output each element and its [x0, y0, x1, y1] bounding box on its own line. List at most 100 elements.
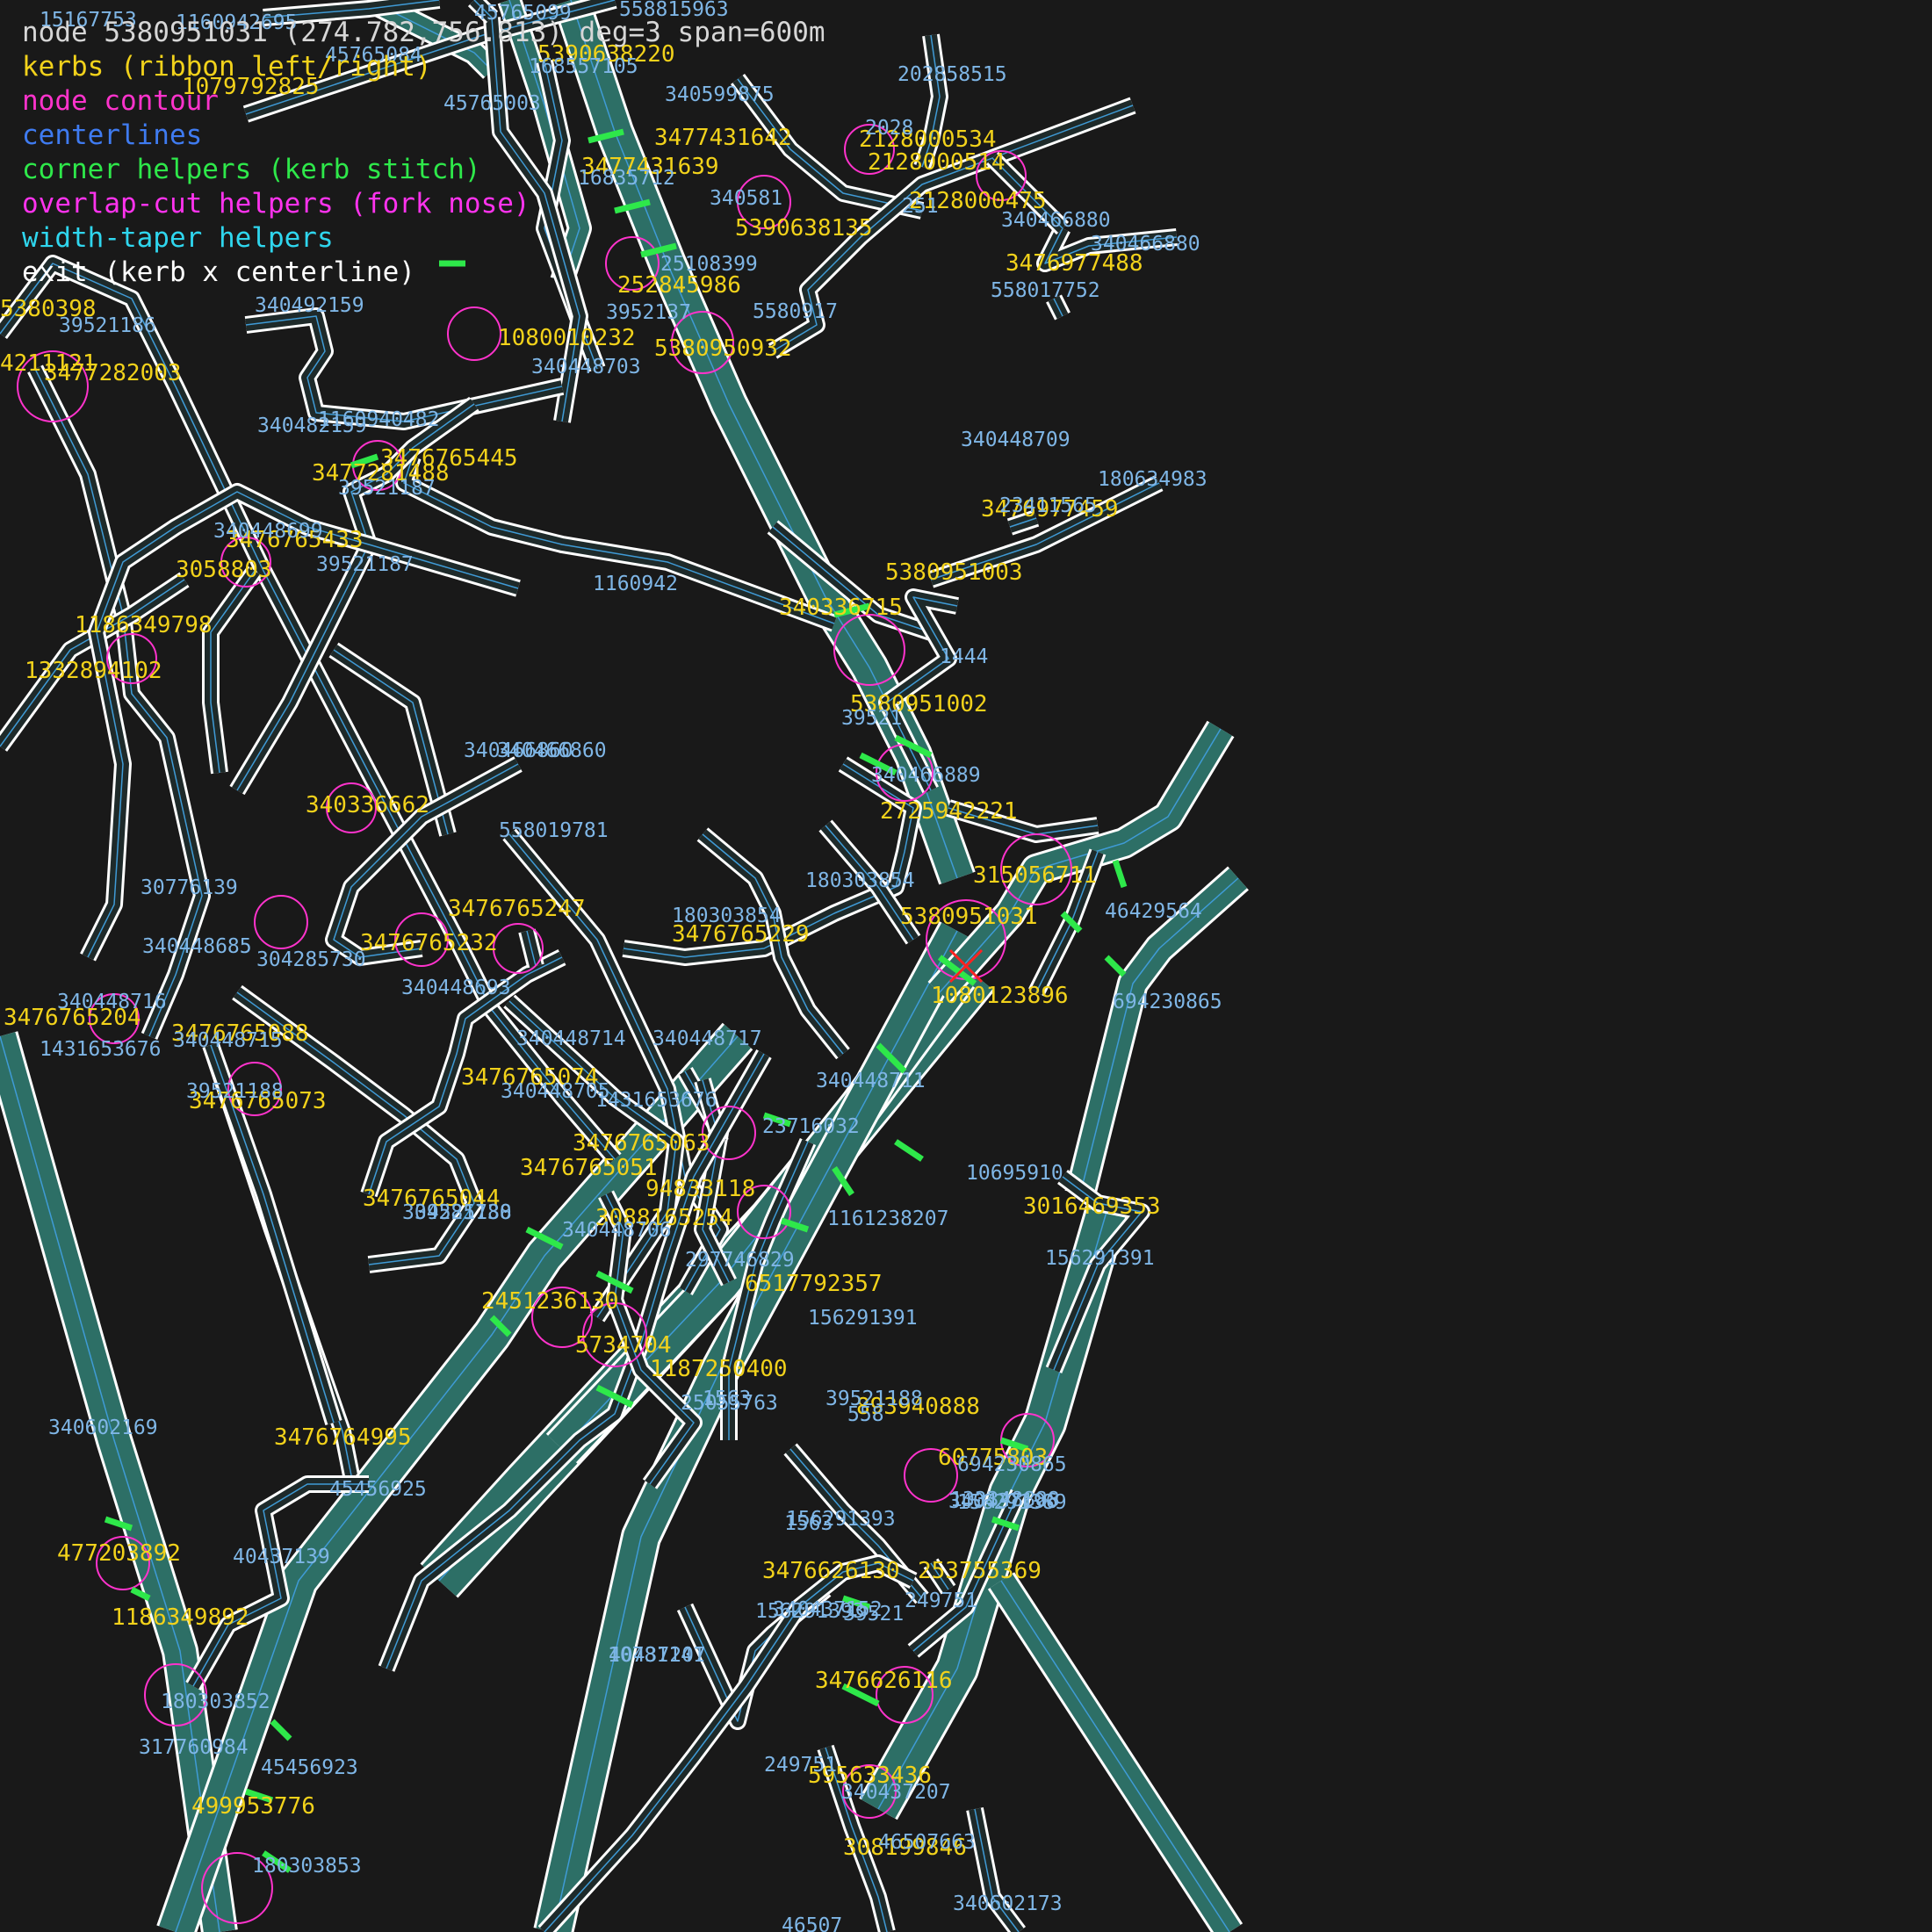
node-label: 3058803 [176, 557, 272, 583]
way-label: 340437207 [841, 1781, 951, 1804]
node-label: 2128000514 [868, 149, 1006, 176]
way-label: 156291391 [808, 1307, 918, 1330]
corner-helper [270, 1719, 292, 1741]
way-label: 558017752 [991, 279, 1100, 302]
legend-node-contour: node contour [22, 85, 219, 117]
way-label: 340448714 [516, 1027, 626, 1050]
way-label: 340448705 [501, 1080, 610, 1103]
way-label: 340466860 [497, 739, 607, 762]
way-label: 40437139 [233, 1546, 330, 1568]
way-label: 39521186 [59, 314, 156, 337]
node-label: 2451236130 [481, 1288, 619, 1315]
node-label: 3476765063 [573, 1130, 710, 1157]
way-label: 180303852 [161, 1690, 270, 1713]
way-label: 558019781 [499, 819, 609, 842]
node-label: 340336715 [779, 595, 903, 621]
legend-overlap-cut: overlap-cut helpers (fork nose) [22, 188, 530, 220]
way-label: 39521187 [316, 553, 414, 576]
node-label: 315056711 [973, 862, 1097, 889]
way-label: 1431653676 [595, 1089, 717, 1112]
node-label: 94833118 [645, 1176, 755, 1202]
way-label: 340448715 [173, 1029, 283, 1052]
way-label: 694230865 [1113, 991, 1222, 1013]
node-label: 1080123896 [931, 983, 1069, 1009]
legend: node 5380951031 (274.782,756.813) deg=3 … [22, 16, 825, 290]
way-label: 39521188 [186, 1080, 284, 1103]
legend-centerlines: centerlines [22, 119, 203, 151]
way-label: 39521188 [825, 1388, 923, 1410]
node-label: 477203892 [57, 1540, 181, 1567]
way-label: 5580917 [753, 300, 838, 323]
node-label: 3476765232 [360, 930, 498, 956]
way-label: 39521188 [415, 1201, 512, 1224]
node-label: 499953776 [191, 1793, 315, 1820]
legend-corner-helpers: corner helpers (kerb stitch) [22, 154, 481, 185]
node-label: 5734704 [575, 1332, 672, 1359]
way-label: 1444 [940, 645, 988, 668]
way-label: 249751 [764, 1754, 837, 1777]
way-label: 2028 [865, 117, 913, 140]
way-label: 340448716 [57, 991, 167, 1013]
way-label: 23411565 [999, 494, 1097, 517]
way-label: 340437152 [773, 1598, 883, 1621]
way-label: 39521187 [338, 477, 436, 500]
way-label: 340448717 [652, 1027, 762, 1050]
way-label: 340492159 [255, 294, 364, 317]
legend-header: node 5380951031 (274.782,756.813) deg=3 … [22, 17, 825, 48]
way-label: 156291393 [786, 1508, 896, 1531]
way-label: 1161238207 [827, 1208, 948, 1230]
way-label: 340602169 [48, 1417, 158, 1439]
way-label: 340466880 [1001, 209, 1111, 232]
way-label: 249751 [905, 1590, 977, 1612]
way-label: 340448699 [213, 520, 323, 543]
corner-helper [894, 1139, 924, 1162]
node-label: 3476765247 [448, 896, 586, 922]
way-label: 23716032 [762, 1115, 860, 1138]
node-label: 3476765445 [380, 445, 518, 472]
node-label: 1186349892 [112, 1604, 249, 1631]
road-ribbon [929, 722, 1232, 1001]
node-label: 5380951003 [885, 559, 1023, 586]
way-label: 180303854 [805, 869, 915, 892]
node-label: 1080010232 [498, 325, 636, 351]
node-label: 4211121 [0, 350, 97, 377]
node-label: 3476626130 [762, 1558, 900, 1584]
way-label: 1431653676 [40, 1038, 161, 1061]
way-label: 340448706 [562, 1219, 672, 1242]
way-label: 1160940482 [318, 408, 439, 431]
node-contour [254, 895, 308, 949]
node-label: 6517792357 [745, 1271, 883, 1297]
way-label: 340466889 [871, 764, 981, 787]
node-label: 3016469353 [1023, 1193, 1161, 1220]
node-label: 253755369 [918, 1558, 1042, 1584]
way-label: 180303854 [672, 905, 782, 927]
way-label: 340448693 [401, 977, 511, 999]
legend-kerbs: kerbs (ribbon left/right) [22, 51, 432, 83]
way-label: 340448685 [142, 935, 252, 958]
legend-exit: exit (kerb x centerline) [22, 256, 415, 288]
node-label: 340336662 [306, 792, 429, 818]
way-label: 45456923 [261, 1756, 358, 1779]
map-canvas: 5380951031315056711272594222153809510025… [0, 0, 1249, 1932]
way-label: 40437207 [609, 1644, 706, 1667]
way-label: 30776139 [141, 876, 238, 899]
legend-width-taper: width-taper helpers [22, 222, 334, 254]
way-label: 45456925 [329, 1478, 427, 1501]
corner-helper [1104, 955, 1127, 977]
way-label: 46507 [782, 1914, 842, 1932]
way-label: 180303853 [252, 1855, 362, 1878]
way-label: 340437196 [948, 1490, 1058, 1513]
way-label: 1160942 [593, 573, 678, 595]
node-label: 1187250400 [650, 1356, 788, 1382]
way-label: 25055763 [681, 1392, 778, 1415]
way-label: 317760984 [139, 1736, 249, 1759]
node-label: 1186349798 [75, 612, 213, 638]
way-label: 46429564 [1105, 900, 1202, 923]
way-label: 340448703 [531, 356, 641, 378]
way-label: 340448709 [961, 429, 1071, 451]
way-label: 340448711 [816, 1070, 926, 1092]
way-label: 3952137 [606, 301, 691, 324]
corner-helper [1112, 859, 1128, 889]
node-contour [447, 306, 501, 361]
way-label: 10695910 [966, 1162, 1063, 1185]
